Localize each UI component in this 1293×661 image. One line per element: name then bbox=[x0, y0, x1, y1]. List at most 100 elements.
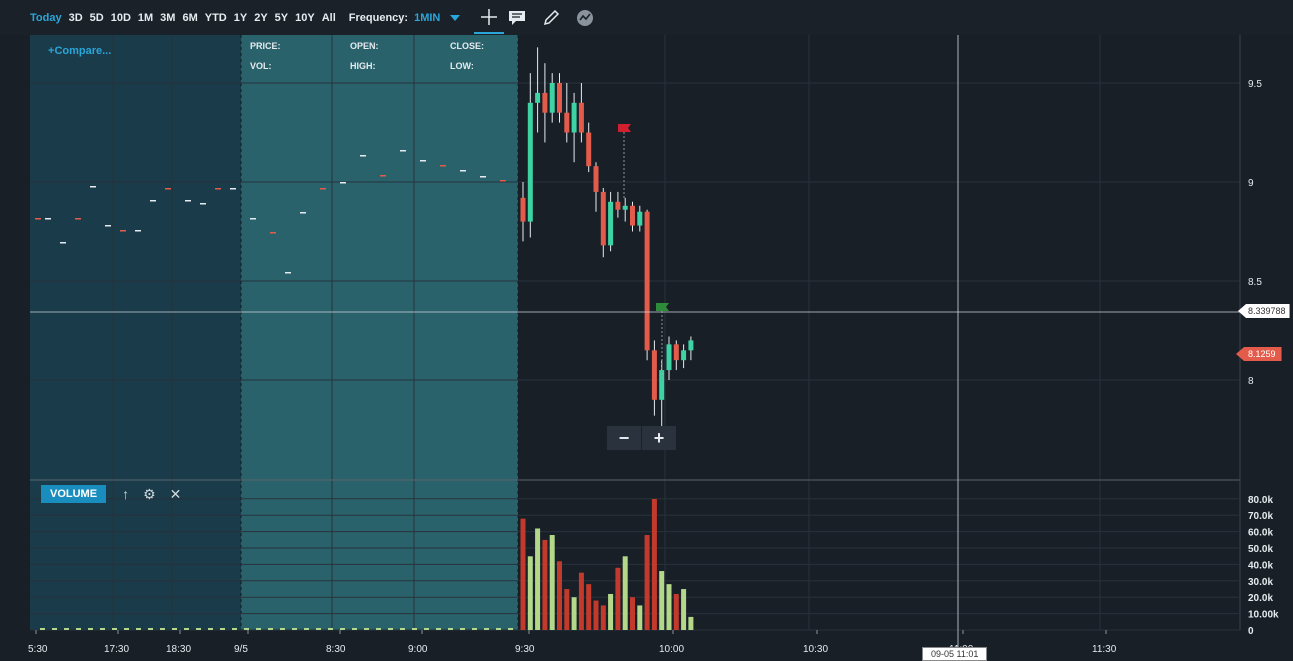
volume-axis-label: 30.0k bbox=[1248, 577, 1273, 588]
compare-label: Compare... bbox=[54, 45, 112, 57]
volume-bar bbox=[208, 628, 213, 630]
range-10d[interactable]: 10D bbox=[111, 12, 131, 24]
close-icon[interactable]: ✕ bbox=[170, 486, 182, 503]
premarket-shade-2 bbox=[241, 35, 518, 630]
volume-bar bbox=[40, 628, 45, 630]
chevron-down-icon[interactable] bbox=[450, 14, 461, 21]
volume-bar bbox=[100, 628, 105, 630]
volume-bar bbox=[564, 589, 570, 630]
range-all[interactable]: All bbox=[322, 12, 336, 24]
volume-bar bbox=[508, 628, 513, 630]
premarket-tick bbox=[360, 155, 366, 157]
candle bbox=[608, 201, 614, 246]
volume-axis-label: 60.0k bbox=[1248, 528, 1273, 539]
range-today[interactable]: Today bbox=[30, 12, 62, 24]
range-2y[interactable]: 2Y bbox=[254, 12, 267, 24]
volume-bar bbox=[268, 628, 273, 630]
premarket-tick bbox=[105, 225, 111, 227]
volume-bar bbox=[472, 628, 477, 630]
price-axis-label: 8 bbox=[1248, 376, 1254, 387]
volume-bar bbox=[340, 628, 345, 630]
volume-bar bbox=[76, 628, 81, 630]
volume-bar bbox=[280, 628, 285, 630]
arrow-up-icon[interactable]: ↑ bbox=[122, 486, 129, 502]
volume-bar bbox=[630, 597, 635, 630]
premarket-tick bbox=[340, 182, 346, 184]
indicator-tool-button[interactable] bbox=[576, 3, 594, 33]
premarket-tick bbox=[120, 230, 126, 232]
frequency-label: Frequency: bbox=[348, 11, 409, 24]
premarket-shade-1 bbox=[30, 35, 241, 630]
candle bbox=[637, 211, 643, 226]
volume-bar bbox=[659, 571, 665, 630]
volume-bar bbox=[88, 628, 93, 630]
info-low-label: LOW: bbox=[450, 61, 474, 71]
volume-bar bbox=[535, 528, 541, 630]
compare-button[interactable]: +Compare... bbox=[48, 45, 111, 57]
candle bbox=[549, 83, 555, 113]
candle bbox=[593, 166, 599, 192]
volume-bar bbox=[593, 600, 599, 630]
zoom-out-button[interactable]: − bbox=[607, 426, 641, 450]
volume-bar bbox=[388, 628, 393, 630]
volume-bar bbox=[112, 628, 117, 630]
volume-bar bbox=[196, 628, 201, 630]
range-10y[interactable]: 10Y bbox=[295, 12, 315, 24]
premarket-tick bbox=[35, 218, 41, 220]
candle bbox=[557, 83, 562, 113]
comment-tool-button[interactable] bbox=[508, 3, 526, 33]
range-1m[interactable]: 1M bbox=[138, 12, 153, 24]
price-axis-label: 9 bbox=[1248, 178, 1254, 189]
volume-bar bbox=[376, 628, 381, 630]
volume-axis-label: 10.00k bbox=[1248, 610, 1279, 621]
pencil-icon bbox=[544, 9, 560, 25]
info-open-label: OPEN: bbox=[350, 41, 379, 51]
premarket-tick bbox=[270, 232, 276, 234]
premarket-tick bbox=[380, 175, 386, 177]
volume-bar bbox=[571, 597, 577, 630]
range-6m[interactable]: 6M bbox=[182, 12, 197, 24]
range-5d[interactable]: 5D bbox=[90, 12, 104, 24]
premarket-tick bbox=[400, 150, 406, 152]
volume-bar bbox=[172, 628, 177, 630]
premarket-tick bbox=[250, 218, 256, 220]
range-5y[interactable]: 5Y bbox=[275, 12, 288, 24]
volume-bar bbox=[364, 628, 369, 630]
premarket-tick bbox=[185, 200, 191, 202]
crosshair-tool-button[interactable] bbox=[474, 2, 505, 34]
time-axis-label: 9:00 bbox=[408, 644, 428, 655]
time-axis-label: 18:30 bbox=[166, 644, 191, 655]
time-axis-label: 10:30 bbox=[803, 644, 828, 655]
range-3m[interactable]: 3M bbox=[160, 12, 175, 24]
zoom-in-button[interactable]: + bbox=[641, 426, 676, 450]
volume-axis-label: 80.0k bbox=[1248, 495, 1273, 506]
last-price-tag: 8.1259 bbox=[1236, 347, 1282, 361]
gear-icon[interactable]: ⚙ bbox=[143, 486, 156, 503]
premarket-tick bbox=[500, 180, 506, 182]
volume-axis-label: 0 bbox=[1248, 626, 1254, 637]
volume-label[interactable]: VOLUME bbox=[41, 485, 107, 503]
indicator-icon bbox=[577, 9, 594, 26]
candle bbox=[600, 191, 606, 246]
crosshair-icon bbox=[481, 8, 498, 25]
crosshair-time-tag: 09-05 11:01 bbox=[922, 647, 988, 661]
range-1y[interactable]: 1Y bbox=[234, 12, 247, 24]
draw-tool-button[interactable] bbox=[542, 3, 560, 33]
volume-bar bbox=[520, 518, 526, 630]
toolbar: Today 3D 5D 10D 1M 3M 6M YTD 1Y 2Y 5Y 10Y All Freque… bbox=[0, 0, 1293, 35]
crosshair-price-tag: 8.339788 bbox=[1238, 304, 1290, 318]
volume-bar bbox=[292, 628, 297, 630]
info-price-label: PRICE: bbox=[250, 41, 281, 51]
volume-bar bbox=[232, 628, 237, 630]
volume-bar bbox=[448, 628, 453, 630]
time-axis-label: 8:30 bbox=[326, 644, 346, 655]
time-axis-label: 5:30 bbox=[28, 644, 48, 655]
premarket-tick bbox=[480, 176, 486, 178]
range-ytd[interactable]: YTD bbox=[205, 12, 227, 24]
premarket-tick bbox=[200, 203, 206, 205]
frequency-value[interactable]: 1MIN bbox=[414, 12, 440, 24]
premarket-tick bbox=[320, 188, 326, 190]
price-chart[interactable]: 9.5 9 8.5 8 80.0k 70.0k 60.0k 50.0k 40.0k 30.0k 20… bbox=[0, 35, 1293, 661]
volume-bar bbox=[304, 628, 309, 630]
range-3d[interactable]: 3D bbox=[69, 12, 83, 24]
